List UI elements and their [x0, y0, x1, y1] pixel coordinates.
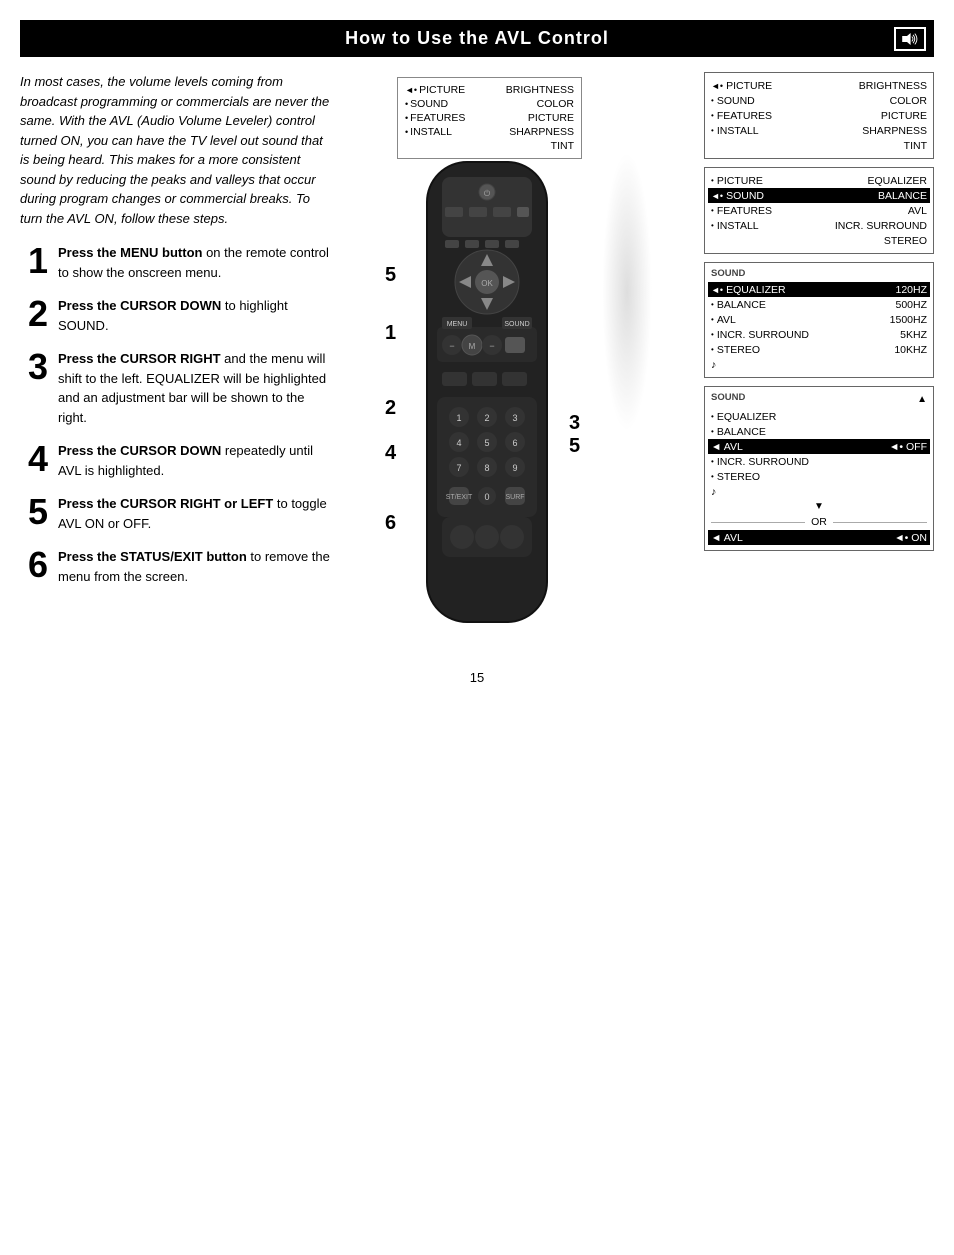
menu-screen-3-title: SOUND	[711, 268, 927, 279]
step-5: 5 Press the CURSOR RIGHT or LEFT to togg…	[20, 494, 330, 533]
step-label-4: 4	[385, 442, 396, 465]
step-label-6: 6	[385, 512, 396, 535]
step-4: 4 Press the CURSOR DOWN repeatedly until…	[20, 441, 330, 480]
step-text-6: Press the STATUS/EXIT button to remove t…	[58, 547, 330, 586]
step-text-1: Press the MENU button on the remote cont…	[58, 243, 330, 282]
ms-row-balance-3: • BALANCE 500HZ	[711, 297, 927, 312]
page-title: How to Use the AVL Control	[345, 28, 609, 48]
menu-screen-1: ◄• PICTURE BRIGHTNESS • SOUND COLOR • FE…	[397, 77, 582, 159]
intro-text: In most cases, the volume levels coming …	[20, 72, 330, 228]
ms-row-avl-on: ◄ AVL ◄• ON	[708, 530, 930, 545]
step-label-1: 1	[385, 322, 396, 345]
ms-row-note-3: ♪	[711, 357, 927, 372]
step-label-3-5: 35	[569, 412, 580, 458]
ms-row-equalizer-3: ◄• EQUALIZER 120HZ	[708, 282, 930, 297]
step-text-2: Press the CURSOR DOWN to highlight SOUND…	[58, 296, 330, 335]
menu-screen-right-4: SOUND ▲ • EQUALIZER • BALANCE ◄ AVL ◄• O…	[704, 386, 934, 551]
ms-row-sound-1: • SOUND COLOR	[711, 93, 927, 108]
speaker-icon	[901, 32, 919, 46]
page-number: 15	[0, 670, 954, 685]
ms-row-avl-3: • AVL 1500HZ	[711, 312, 927, 327]
or-divider-text: OR	[805, 516, 833, 528]
ms-row-features-2: • FEATURES AVL	[711, 203, 927, 218]
menu-screen-right-1: ◄• PICTURE BRIGHTNESS • SOUND COLOR • FE…	[704, 72, 934, 159]
speaker-icon-box	[894, 27, 926, 51]
svg-text:0: 0	[484, 492, 489, 502]
ms-row-picture-2: • PICTURE EQUALIZER	[711, 173, 927, 188]
menu-screen-right-3: SOUND ◄• EQUALIZER 120HZ • BALANCE 500HZ…	[704, 262, 934, 378]
ms-row-avl-4-active: ◄ AVL ◄• OFF	[708, 439, 930, 454]
svg-text:⏻: ⏻	[484, 189, 491, 198]
svg-text:ST/EXIT: ST/EXIT	[446, 494, 473, 501]
svg-text:SURF: SURF	[505, 494, 524, 501]
svg-text:MENU: MENU	[447, 321, 468, 328]
left-column: In most cases, the volume levels coming …	[20, 72, 330, 635]
ms-row-tint: TINT	[711, 138, 927, 153]
step-1: 1 Press the MENU button on the remote co…	[20, 243, 330, 282]
menu-screen-4-title: SOUND	[711, 392, 745, 403]
svg-text:2: 2	[484, 413, 489, 423]
ms-row-sound-2-active: ◄• SOUND BALANCE	[708, 188, 930, 203]
svg-text:4: 4	[456, 438, 461, 448]
ms-row-picture: ◄• PICTURE BRIGHTNESS	[711, 78, 927, 93]
ms-row-incr-3: • INCR. SURROUND 5KHZ	[711, 327, 927, 342]
step-label-5: 5	[385, 264, 396, 287]
step-number-4: 4	[20, 441, 48, 477]
menu-screen-right-2: • PICTURE EQUALIZER ◄• SOUND BALANCE • F…	[704, 167, 934, 254]
ms-row-equalizer-4: • EQUALIZER	[711, 409, 927, 424]
step-3: 3 Press the CURSOR RIGHT and the menu wi…	[20, 349, 330, 427]
ms-row-balance-4: • BALANCE	[711, 424, 927, 439]
svg-text:3: 3	[512, 413, 517, 423]
step-number-2: 2	[20, 296, 48, 332]
step-number-5: 5	[20, 494, 48, 530]
remote-svg: ⏻ OK	[407, 152, 567, 632]
ms-row-stereo-4: • STEREO	[711, 469, 927, 484]
step-number-3: 3	[20, 349, 48, 385]
svg-text:SOUND: SOUND	[504, 321, 529, 328]
remote-control: ⏻ OK	[407, 152, 627, 635]
step-text-5: Press the CURSOR RIGHT or LEFT to toggle…	[58, 494, 330, 533]
svg-text:M: M	[469, 342, 476, 351]
step-text-3: Press the CURSOR RIGHT and the menu will…	[58, 349, 330, 427]
ms-row-install-1: • INSTALL SHARPNESS	[711, 123, 927, 138]
ms-row-note-4: ♪	[711, 484, 927, 499]
ms-row-incr-4: • INCR. SURROUND	[711, 454, 927, 469]
ms-row-install-2: • INSTALL INCR. SURROUND	[711, 218, 927, 233]
remote-area: ◄• PICTURE BRIGHTNESS • SOUND COLOR • FE…	[407, 72, 627, 635]
center-column: ◄• PICTURE BRIGHTNESS • SOUND COLOR • FE…	[340, 72, 694, 635]
steps-list: 1 Press the MENU button on the remote co…	[20, 243, 330, 586]
svg-text:−: −	[449, 341, 454, 351]
svg-text:1: 1	[456, 413, 461, 423]
ms-row-stereo-2: STEREO	[711, 233, 927, 248]
svg-text:8: 8	[484, 463, 489, 473]
svg-text:7: 7	[456, 463, 461, 473]
svg-text:6: 6	[512, 438, 517, 448]
right-column: ◄• PICTURE BRIGHTNESS • SOUND COLOR • FE…	[704, 72, 934, 635]
main-content: In most cases, the volume levels coming …	[0, 57, 954, 650]
step-6: 6 Press the STATUS/EXIT button to remove…	[20, 547, 330, 586]
page-header: How to Use the AVL Control	[20, 20, 934, 57]
step-label-2: 2	[385, 397, 396, 420]
step-2: 2 Press the CURSOR DOWN to highlight SOU…	[20, 296, 330, 335]
step-number-6: 6	[20, 547, 48, 583]
svg-text:5: 5	[484, 438, 489, 448]
step-text-4: Press the CURSOR DOWN repeatedly until A…	[58, 441, 330, 480]
svg-text:OK: OK	[481, 279, 493, 288]
svg-text:−: −	[489, 341, 494, 351]
ms-row-stereo-3: • STEREO 10KHZ	[711, 342, 927, 357]
svg-text:9: 9	[512, 463, 517, 473]
ms-row-features-1: • FEATURES PICTURE	[711, 108, 927, 123]
step-number-1: 1	[20, 243, 48, 279]
